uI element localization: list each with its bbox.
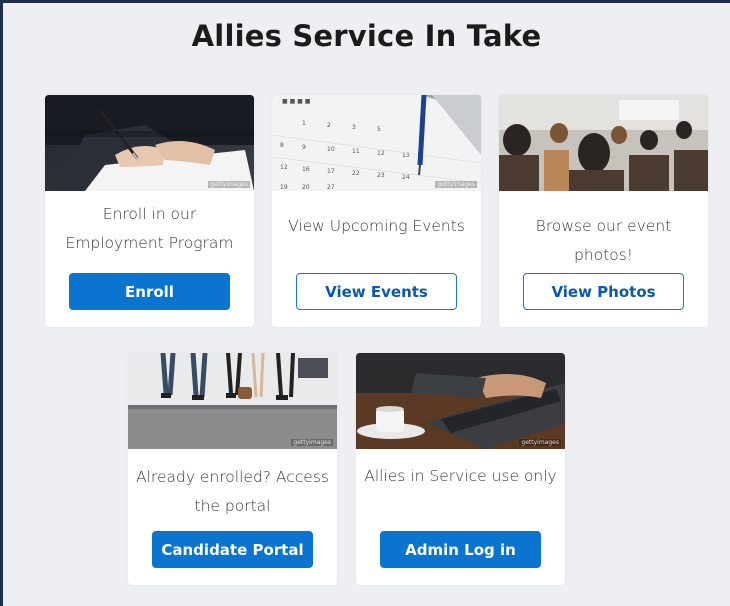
card-text: Enroll in our Employment Program [65, 205, 234, 252]
svg-text:3: 3 [352, 124, 356, 131]
view-photos-button[interactable]: View Photos [523, 273, 684, 310]
svg-text:20: 20 [302, 184, 310, 191]
svg-text:2: 2 [327, 122, 331, 129]
svg-text:27: 27 [327, 184, 335, 191]
svg-text:5: 5 [377, 126, 381, 133]
svg-text:16: 16 [302, 166, 310, 173]
svg-text:23: 23 [377, 172, 385, 179]
svg-text:24: 24 [402, 174, 410, 181]
svg-text:19: 19 [280, 184, 288, 191]
card-text: Already enrolled? Access the portal [136, 468, 329, 515]
view-events-button[interactable]: View Events [296, 273, 457, 310]
card-enroll: gettyimages Enroll in our Employment Pro… [45, 95, 254, 327]
people-waiting-chairs-photo: gettyimages [128, 353, 337, 449]
card-text: Allies in Service use only [364, 467, 557, 485]
svg-text:17: 17 [327, 168, 335, 175]
card-view-photos: Browse our event photos! View Photos [499, 95, 708, 327]
svg-text:9: 9 [302, 144, 306, 151]
card-text: View Upcoming Events [288, 217, 465, 235]
svg-text:10: 10 [327, 146, 335, 153]
svg-text:■ ■ ■ ■: ■ ■ ■ ■ [282, 98, 311, 105]
enroll-button[interactable]: Enroll [69, 273, 230, 310]
card-admin-login: gettyimages Allies in Service use only A… [356, 353, 565, 585]
admin-login-button[interactable]: Admin Log in [380, 531, 541, 568]
watermark: gettyimages [519, 439, 561, 446]
audience-seminar-photo [499, 95, 708, 191]
signing-document-photo: gettyimages [45, 95, 254, 191]
card-text: Browse our event photos! [535, 217, 672, 264]
svg-text:8: 8 [280, 142, 284, 149]
svg-text:12: 12 [377, 150, 385, 157]
page-title: Allies Service In Take [191, 19, 542, 53]
card-candidate-portal: gettyimages Already enrolled? Access the… [128, 353, 337, 585]
calendar-pen-photo: ■ ■ ■ ■ 1235 8 9 10 11 12 13 12 16 17 22 23 24 19 2… [272, 95, 481, 191]
laptop-coffee-photo: gettyimages [356, 353, 565, 449]
card-view-events: ■ ■ ■ ■ 1235 8 9 10 11 12 13 12 16 17 22 23 24 19 2… [272, 95, 481, 327]
svg-text:12: 12 [280, 164, 288, 171]
svg-text:1: 1 [302, 120, 306, 127]
svg-text:22: 22 [352, 170, 360, 177]
svg-text:11: 11 [352, 148, 360, 155]
watermark: gettyimages [208, 181, 250, 188]
watermark: gettyimages [291, 439, 333, 446]
candidate-portal-button[interactable]: Candidate Portal [152, 531, 313, 568]
watermark: gettyimages [435, 181, 477, 188]
page-frame: Allies Service In Take gettyimages Enrol… [0, 0, 730, 606]
